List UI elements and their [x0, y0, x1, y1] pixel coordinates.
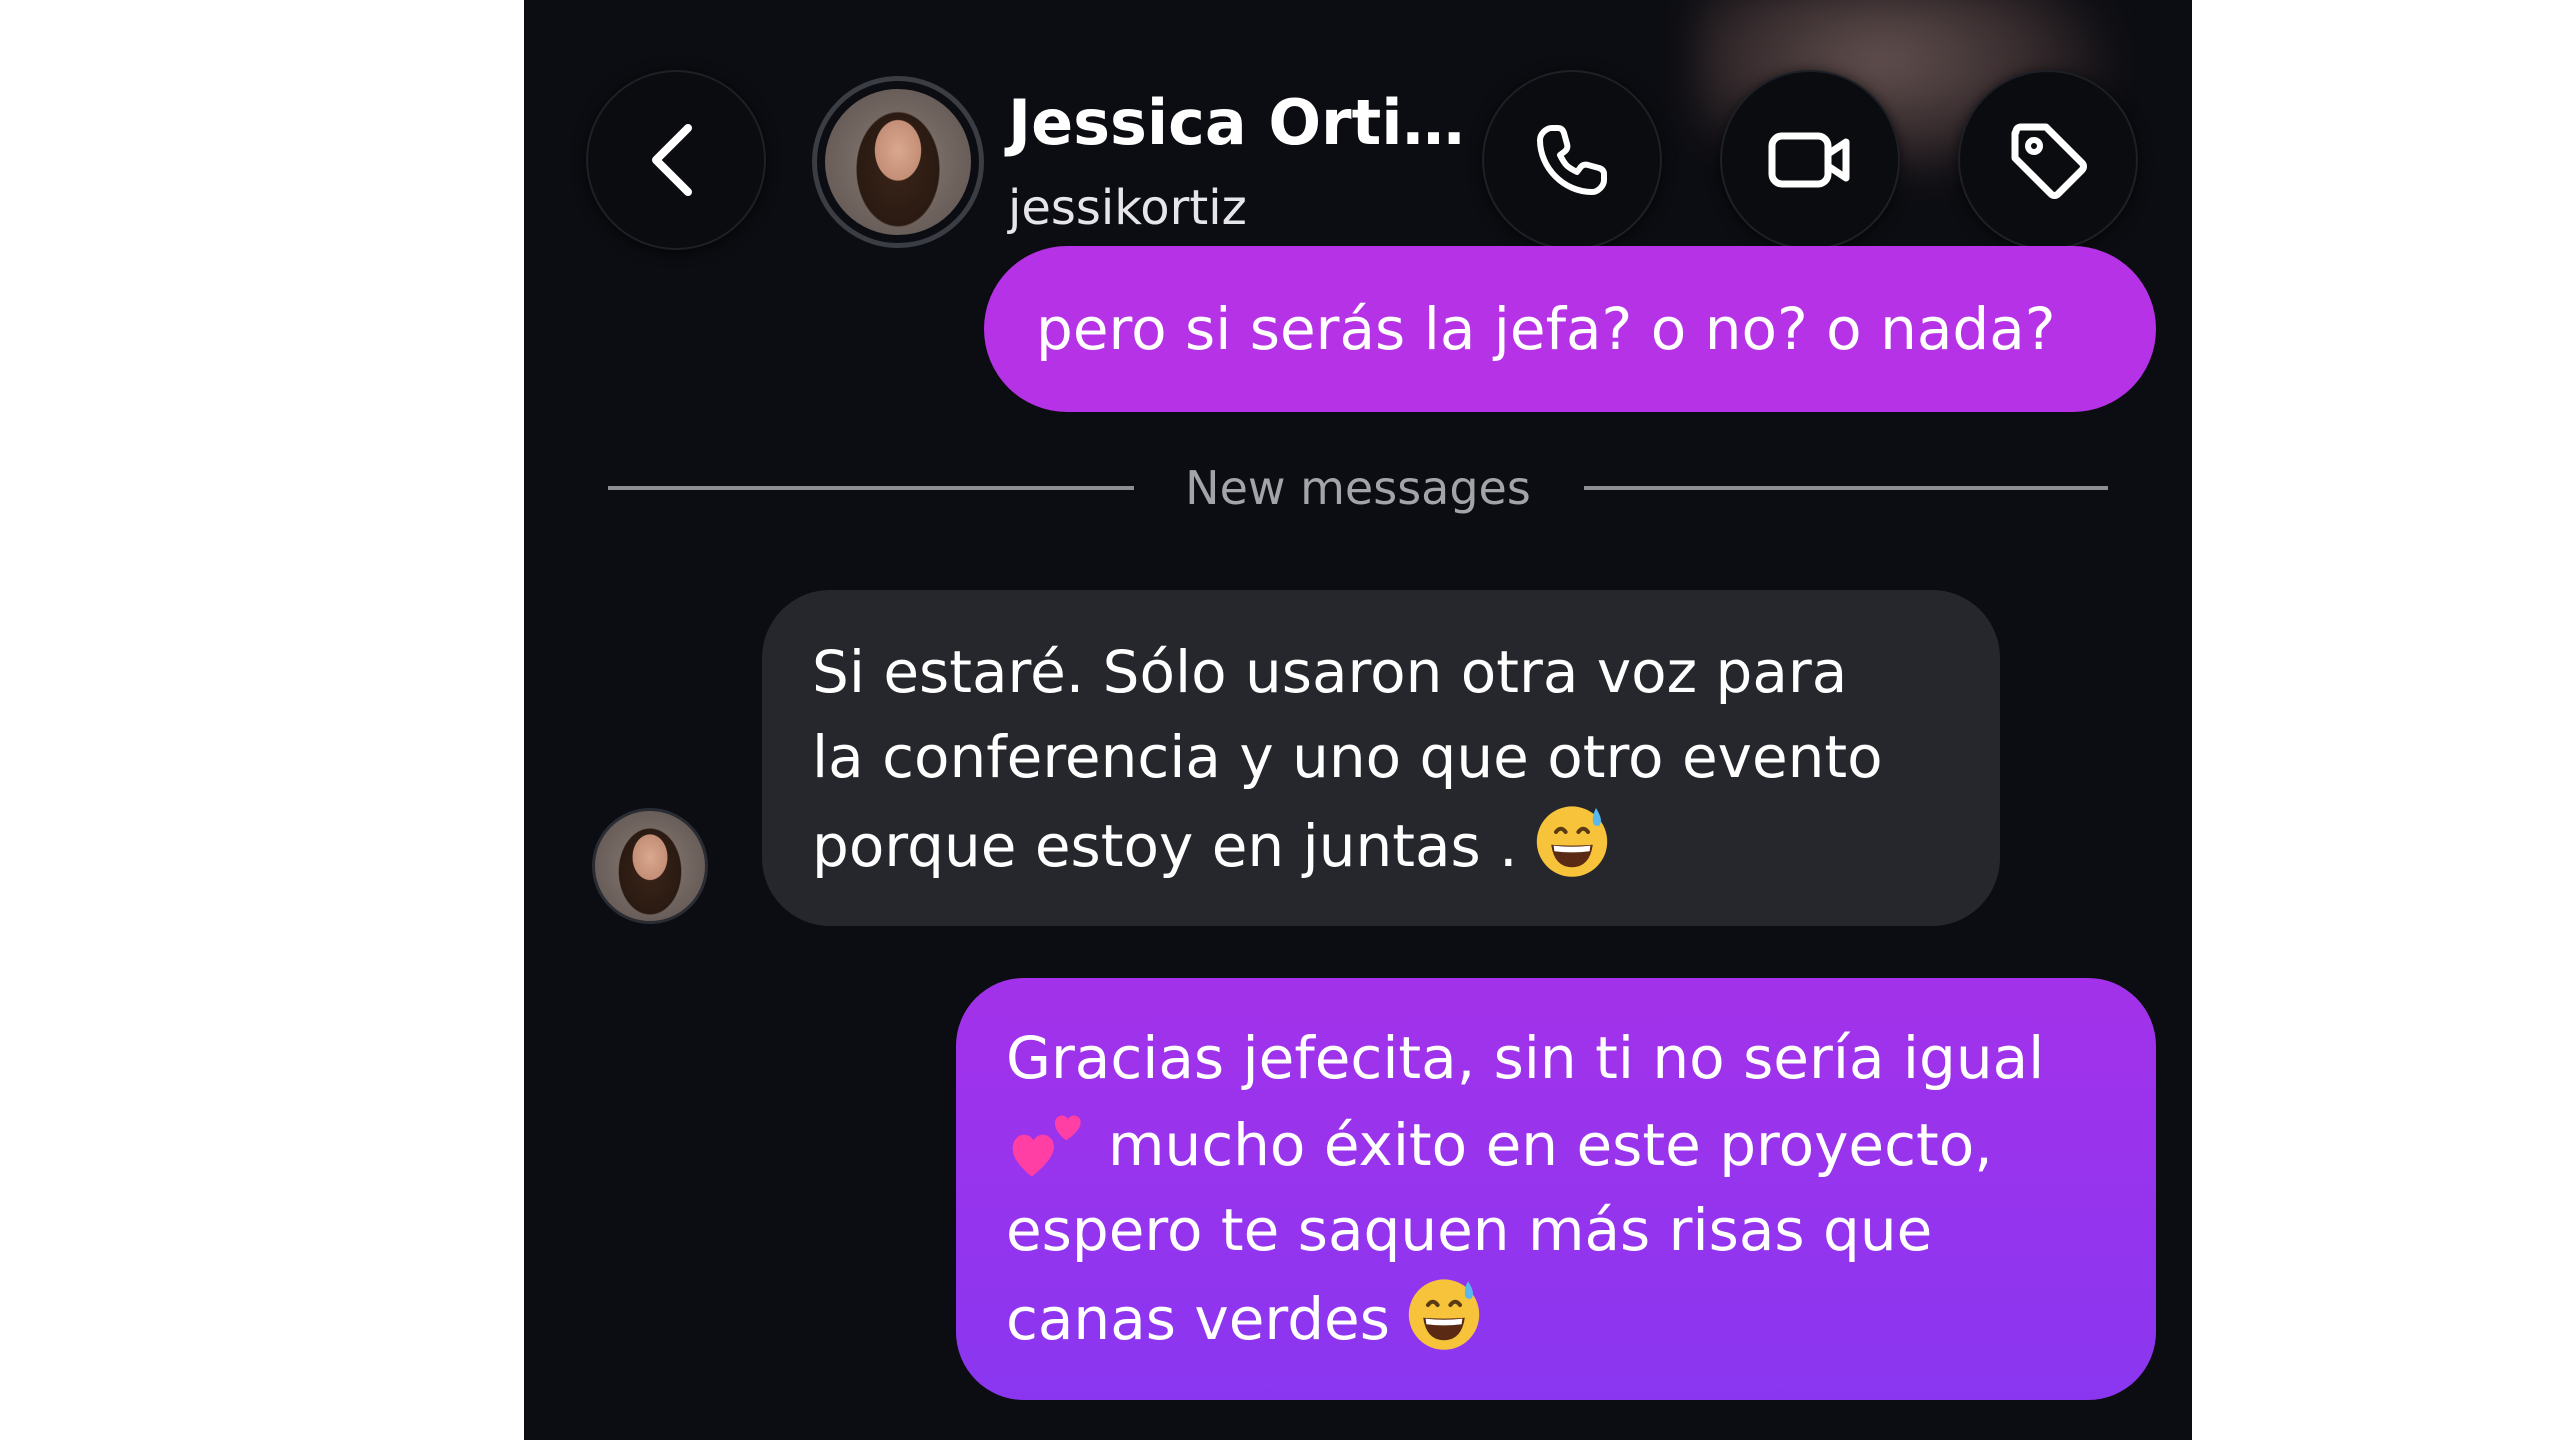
message-line: porque estoy en juntas .: [812, 800, 1950, 889]
message-line-text: canas verdes: [1006, 1285, 1390, 1353]
avatar-photo: [825, 89, 971, 235]
message-line-text: porque estoy en juntas .: [812, 812, 1518, 880]
audio-call-button[interactable]: [1482, 70, 1662, 250]
contact-username[interactable]: jessikortiz: [1008, 180, 1247, 236]
outgoing-message-bubble[interactable]: pero si serás la jefa? o no? o nada?: [984, 246, 2156, 412]
tag-button[interactable]: [1958, 70, 2138, 250]
tag-icon: [2011, 123, 2087, 199]
video-camera-icon: [1768, 132, 1850, 188]
two-hearts-emoji: [1012, 1115, 1081, 1177]
contact-avatar[interactable]: [812, 76, 984, 248]
message-text: pero si serás la jefa? o no? o nada?: [1036, 294, 2056, 363]
message-line: la conferencia y uno que otro evento: [812, 723, 1883, 791]
message-line-text: mucho éxito en este proyecto,: [1108, 1111, 1993, 1179]
message-line: Gracias jefecita, sin ti no sería igual: [1006, 1024, 2045, 1092]
grinning-face-with-sweat-emoji: [1536, 806, 1607, 877]
new-messages-divider: New messages: [608, 450, 2108, 526]
contact-name[interactable]: Jessica Orti…: [1008, 86, 1465, 159]
chevron-left-icon: [652, 124, 692, 196]
divider-line: [1584, 486, 2108, 490]
sender-avatar[interactable]: [592, 808, 708, 924]
video-call-button[interactable]: [1720, 70, 1900, 250]
message-line: canas verdes: [1006, 1273, 2106, 1362]
chat-screen: Jessica Orti… jessikortiz pero si serás …: [524, 0, 2192, 1440]
incoming-message-bubble[interactable]: Si estaré. Sólo usaron otra voz para la …: [762, 590, 2000, 926]
grinning-face-with-sweat-emoji: [1408, 1279, 1480, 1350]
back-button[interactable]: [586, 70, 766, 250]
phone-icon: [1537, 125, 1607, 195]
message-line: mucho éxito en este proyecto,: [1006, 1101, 2106, 1188]
outgoing-message-bubble[interactable]: Gracias jefecita, sin ti no sería igual …: [956, 978, 2156, 1400]
message-line: Si estaré. Sólo usaron otra voz para: [812, 638, 1848, 706]
message-line: espero te saquen más risas que: [1006, 1196, 1933, 1264]
